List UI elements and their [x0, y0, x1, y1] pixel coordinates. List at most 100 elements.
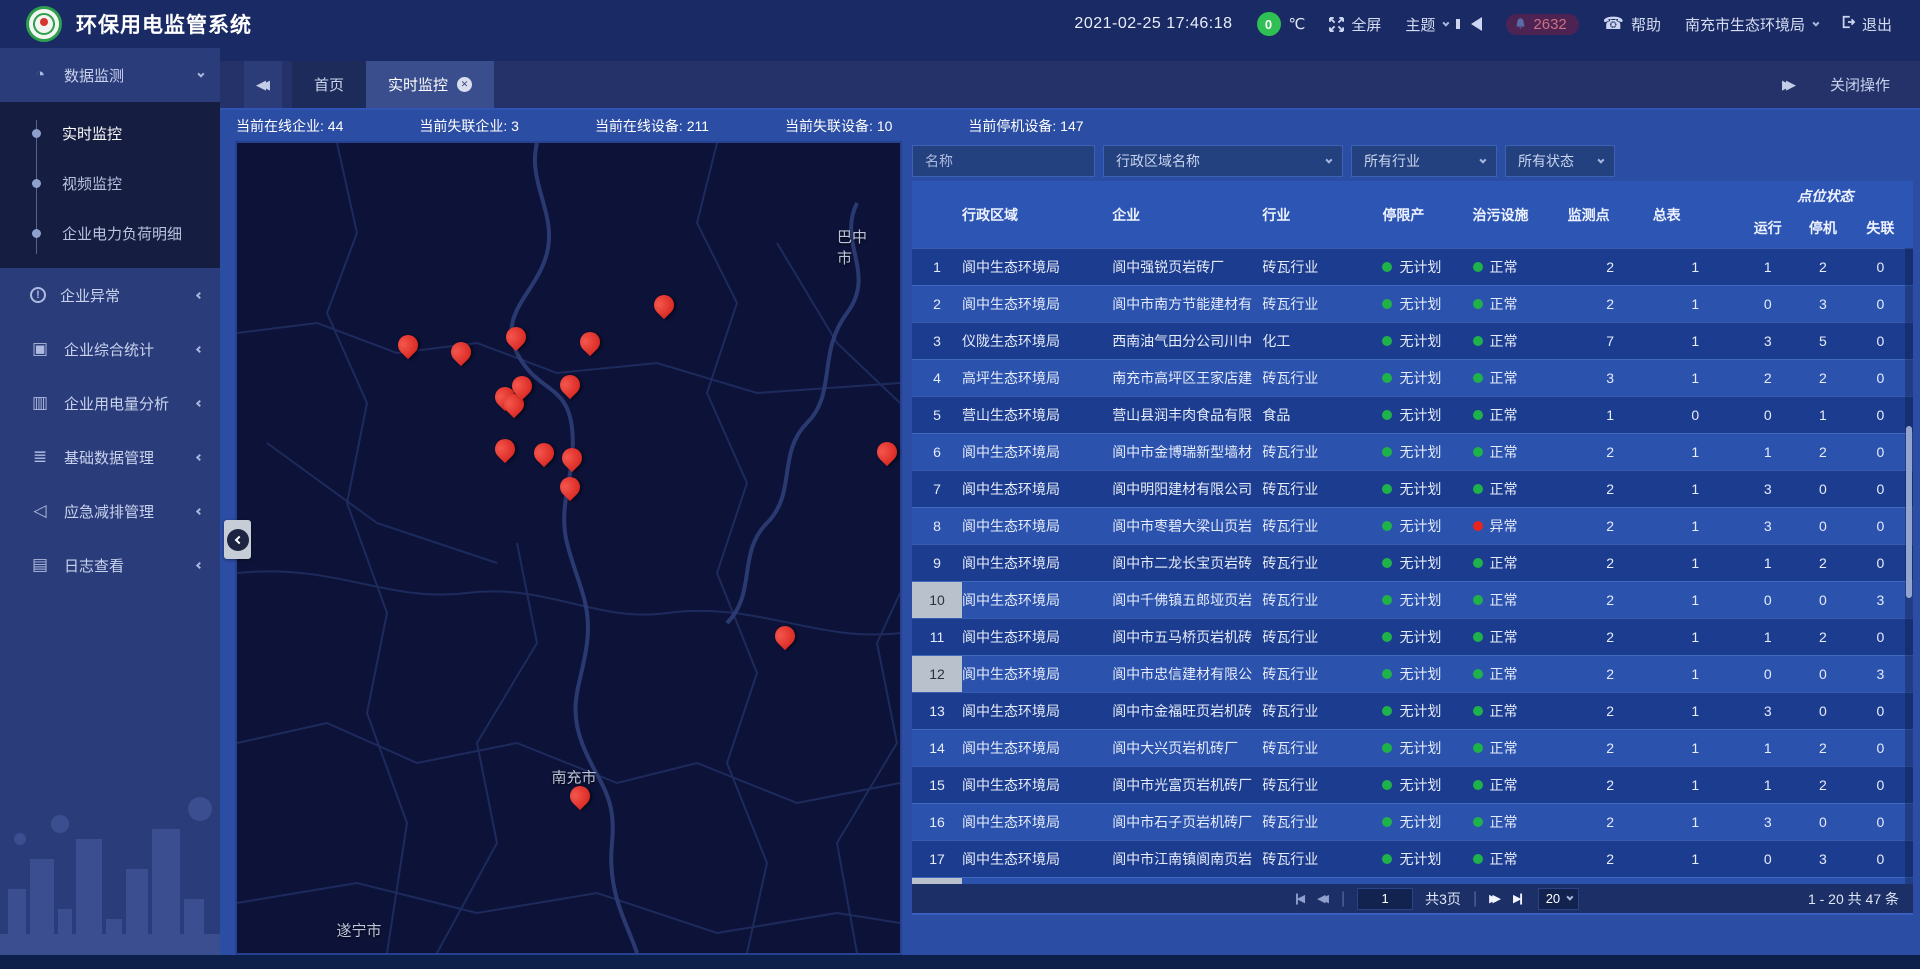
- first-page-button[interactable]: ❙◀: [1292, 892, 1305, 905]
- cell-facility-status: 正常: [1473, 582, 1568, 618]
- facility-status-label: 正常: [1490, 368, 1518, 388]
- chevron-down-icon: [1443, 19, 1450, 26]
- status-dot-green-icon: [1473, 299, 1483, 309]
- stop-status-label: 无计划: [1399, 294, 1441, 314]
- stop-status-label: 无计划: [1399, 627, 1441, 647]
- tab-home[interactable]: 首页: [292, 61, 366, 108]
- status-dot-green-icon: [1382, 595, 1392, 605]
- map-city-label: 遂宁市: [336, 920, 381, 941]
- stop-status-label: 无计划: [1399, 331, 1441, 351]
- status-dot-green-icon: [1473, 447, 1483, 457]
- table-row[interactable]: 14阆中生态环境局阆中大兴页岩机砖厂砖瓦行业无计划正常21120: [912, 729, 1913, 766]
- table-scrollbar[interactable]: [1905, 248, 1913, 884]
- sidebar-item-4[interactable]: ▥企业用电量分析: [0, 376, 220, 430]
- tabs-scroll-left-button[interactable]: ◀◀: [244, 61, 282, 108]
- table-row[interactable]: 9阆中生态环境局阆中市二龙长宝页岩砖砖瓦行业无计划正常21120: [912, 544, 1913, 581]
- row-number: 17: [912, 841, 962, 877]
- page-size-select[interactable]: 20: [1538, 888, 1579, 910]
- theme-dropdown[interactable]: 主题: [1405, 14, 1447, 35]
- status-dot-green-icon: [1473, 373, 1483, 383]
- cell-meters: 1: [1653, 730, 1738, 766]
- mute-button[interactable]: [1471, 17, 1482, 31]
- row-number: 2: [912, 286, 962, 322]
- table-row[interactable]: 3仪陇生态环境局西南油气田分公司川中化工无计划正常71350: [912, 322, 1913, 359]
- table-row[interactable]: 4高坪生态环境局南充市高坪区王家店建砖瓦行业无计划正常31220: [912, 359, 1913, 396]
- logout-button[interactable]: 退出: [1841, 14, 1892, 35]
- cell-run: 3: [1738, 804, 1798, 840]
- cell-lost: 0: [1848, 360, 1913, 396]
- close-operations-button[interactable]: 关闭操作: [1830, 74, 1890, 95]
- industry-select[interactable]: 所有行业: [1351, 145, 1497, 177]
- cell-lost: 0: [1848, 434, 1913, 470]
- row-number: 7: [912, 471, 962, 507]
- table-row[interactable]: 6阆中生态环境局阆中市金博瑞新型墙材砖瓦行业无计划正常21120: [912, 433, 1913, 470]
- cell-down: 0: [1798, 656, 1848, 692]
- cell-points: 2: [1568, 767, 1653, 803]
- sidebar-item-7[interactable]: ▤日志查看: [0, 538, 220, 592]
- notification-badge[interactable]: 2632: [1506, 14, 1578, 35]
- cell-points: 2: [1568, 841, 1653, 877]
- table-row[interactable]: 1阆中生态环境局阆中强锐页岩砖厂砖瓦行业无计划正常21120: [912, 248, 1913, 285]
- status-dot-red-icon: [1473, 521, 1483, 531]
- sidebar-item-6[interactable]: ◁应急减排管理: [0, 484, 220, 538]
- log-view-icon: ▤: [30, 555, 50, 575]
- table-row[interactable]: 13阆中生态环境局阆中市金福旺页岩机砖砖瓦行业无计划正常21300: [912, 692, 1913, 729]
- page-number-input[interactable]: [1357, 888, 1413, 910]
- sidebar-subitem[interactable]: 视频监控: [0, 158, 220, 208]
- table-row[interactable]: 7阆中生态环境局阆中明阳建材有限公司砖瓦行业无计划正常21300: [912, 470, 1913, 507]
- table-row[interactable]: 10阆中生态环境局阆中千佛镇五郎垭页岩砖瓦行业无计划正常21003: [912, 581, 1913, 618]
- table-row[interactable]: 16阆中生态环境局阆中市石子页岩机砖厂砖瓦行业无计划正常21300: [912, 803, 1913, 840]
- status-select[interactable]: 所有状态: [1505, 145, 1615, 177]
- cell-meters: 1: [1653, 582, 1738, 618]
- table-row[interactable]: 11阆中生态环境局阆中市五马桥页岩机砖砖瓦行业无计划正常21120: [912, 618, 1913, 655]
- bureau-dropdown[interactable]: 南充市生态环境局: [1685, 14, 1817, 35]
- sidebar-item-3[interactable]: ▣企业综合统计: [0, 322, 220, 376]
- tabs-scroll-right-button[interactable]: ▶▶: [1782, 77, 1796, 93]
- table-row[interactable]: 5营山生态环境局营山县润丰肉食品有限食品无计划正常10010: [912, 396, 1913, 433]
- cell-points: 2: [1568, 730, 1653, 766]
- help-button[interactable]: ☎ 帮助: [1603, 14, 1661, 35]
- cell-industry: 砖瓦行业: [1262, 656, 1382, 692]
- fullscreen-icon: [1329, 17, 1344, 32]
- cell-run: 3: [1738, 508, 1798, 544]
- sidebar-item-5[interactable]: ≣基础数据管理: [0, 430, 220, 484]
- next-page-button[interactable]: ▶▶: [1489, 892, 1501, 905]
- table-row[interactable]: 2阆中生态环境局阆中市南方节能建材有砖瓦行业无计划正常21030: [912, 285, 1913, 322]
- tab-realtime-monitoring[interactable]: 实时监控 ✕: [366, 61, 494, 108]
- table-row[interactable]: 15阆中生态环境局阆中市光富页岩机砖厂砖瓦行业无计划正常21120: [912, 766, 1913, 803]
- cell-industry: 砖瓦行业: [1262, 730, 1382, 766]
- name-search-input[interactable]: [912, 145, 1095, 177]
- fullscreen-button[interactable]: 全屏: [1329, 14, 1381, 35]
- sidebar-subitem[interactable]: 企业电力负荷明细: [0, 208, 220, 258]
- cell-facility-status: 正常: [1473, 841, 1568, 877]
- cell-region: 阆中生态环境局: [962, 619, 1112, 655]
- sidebar-submenu: 实时监控视频监控企业电力负荷明细: [0, 102, 220, 268]
- cell-stop-status: 无计划: [1382, 619, 1472, 655]
- sidebar-item-1[interactable]: ◔数据监测: [0, 48, 220, 102]
- cell-stop-status: 无计划: [1382, 471, 1472, 507]
- cell-region: 阆中生态环境局: [962, 249, 1112, 285]
- cell-region: 阆中生态环境局: [962, 434, 1112, 470]
- tab-close-icon[interactable]: ✕: [457, 77, 472, 92]
- map-panel[interactable]: 巴中市南充市遂宁市: [235, 141, 902, 955]
- cell-points: 2: [1568, 656, 1653, 692]
- cell-run: 2: [1738, 360, 1798, 396]
- cell-stop-status: 无计划: [1382, 360, 1472, 396]
- table-row[interactable]: 18南部生态环境局南部县砌华水泥有限公建材行业无计划正常62060: [912, 877, 1913, 884]
- cell-down: 2: [1798, 434, 1848, 470]
- scrollbar-thumb[interactable]: [1906, 426, 1912, 598]
- table-row[interactable]: 12阆中生态环境局阆中市忠信建材有限公砖瓦行业无计划正常21003: [912, 655, 1913, 692]
- table-row[interactable]: 17阆中生态环境局阆中市江南镇阆南页岩砖瓦行业无计划正常21030: [912, 840, 1913, 877]
- map-collapse-button[interactable]: [224, 520, 251, 559]
- cell-company: 阆中明阳建材有限公司: [1112, 471, 1262, 507]
- sidebar-subitem[interactable]: 实时监控: [0, 108, 220, 158]
- cell-points: 1: [1568, 397, 1653, 433]
- sidebar-item-2[interactable]: !企业异常: [0, 268, 220, 322]
- last-page-button[interactable]: ▶❙: [1513, 892, 1526, 905]
- region-select[interactable]: 行政区域名称: [1103, 145, 1343, 177]
- cell-region: 阆中生态环境局: [962, 730, 1112, 766]
- chevron-down-icon: [1597, 156, 1604, 163]
- prev-page-button[interactable]: ◀◀: [1317, 892, 1329, 905]
- status-dot-green-icon: [1473, 743, 1483, 753]
- table-row[interactable]: 8阆中生态环境局阆中市枣碧大梁山页岩砖瓦行业无计划异常21300: [912, 507, 1913, 544]
